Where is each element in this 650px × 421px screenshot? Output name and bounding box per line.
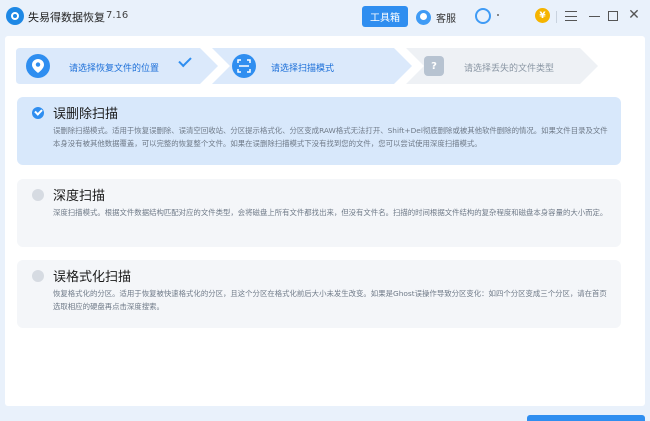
customer-service-label: 客服 [436, 13, 456, 25]
radio-unchecked-icon[interactable] [32, 270, 44, 282]
menu-icon[interactable] [565, 10, 577, 22]
title-bar: 失易得数据恢复 7.16 工具箱 客服 ¥ ✕ [0, 0, 650, 34]
option-deep-scan[interactable]: 深度扫描 深度扫描模式。根据文件数据结构匹配对应的文件类型，会将磁盘上所有文件都… [17, 179, 621, 247]
minimize-icon[interactable] [589, 16, 600, 17]
option-description: 误删除扫描模式。适用于恢复误删除、误清空回收站、分区提示格式化、分区变成RAW格… [53, 126, 608, 148]
step-label: 请选择丢失的文件类型 [464, 64, 555, 74]
scan-icon [232, 54, 256, 78]
next-button[interactable] [527, 415, 645, 421]
step-label: 请选择扫描模式 [271, 64, 335, 74]
file-type-question-icon: ? [424, 56, 444, 76]
location-pin-icon [26, 54, 50, 78]
option-title: 误格式化扫描 [53, 270, 132, 285]
customer-service-button[interactable]: 客服 [416, 8, 456, 26]
maximize-icon[interactable] [608, 11, 618, 21]
app-version: 7.16 [106, 10, 129, 21]
toolbox-button[interactable]: 工具箱 [362, 6, 408, 27]
coin-icon[interactable]: ¥ [535, 8, 550, 23]
close-icon[interactable]: ✕ [627, 8, 641, 22]
option-format-scan[interactable]: 误格式化扫描 恢复格式化的分区。适用于恢复被快速格式化的分区，且这个分区在格式化… [17, 260, 621, 328]
step-select-scan-mode[interactable]: 请选择扫描模式 [212, 48, 412, 84]
step-label: 请选择恢复文件的位置 [69, 64, 160, 74]
app-logo-icon [6, 7, 24, 25]
option-description: 深度扫描模式。根据文件数据结构匹配对应的文件类型，会将磁盘上所有文件都找出来，但… [53, 208, 608, 217]
option-description: 恢复格式化的分区。适用于恢复被快速格式化的分区，且这个分区在格式化前后大小未发生… [53, 289, 607, 311]
qq-status-dot [497, 14, 499, 16]
step-select-file-type[interactable]: ? 请选择丢失的文件类型 [406, 48, 598, 84]
step-indicator: 请选择恢复文件的位置 请选择扫描模式 ? 请选择丢失的文件类型 [16, 48, 598, 84]
option-title: 深度扫描 [53, 189, 106, 204]
main-panel: 请选择恢复文件的位置 请选择扫描模式 ? 请选择丢失的文件类型 误删除扫描 误删… [5, 36, 645, 406]
option-title: 误删除扫描 [53, 107, 119, 122]
titlebar-divider [556, 11, 557, 23]
step-select-location[interactable]: 请选择恢复文件的位置 [16, 48, 218, 84]
customer-service-icon [416, 9, 431, 25]
qq-icon[interactable] [475, 8, 491, 24]
app-title: 失易得数据恢复 [28, 11, 105, 24]
radio-unchecked-icon[interactable] [32, 189, 44, 201]
radio-checked-icon[interactable] [32, 107, 44, 119]
option-deleted-scan[interactable]: 误删除扫描 误删除扫描模式。适用于恢复误删除、误清空回收站、分区提示格式化、分区… [17, 97, 621, 165]
